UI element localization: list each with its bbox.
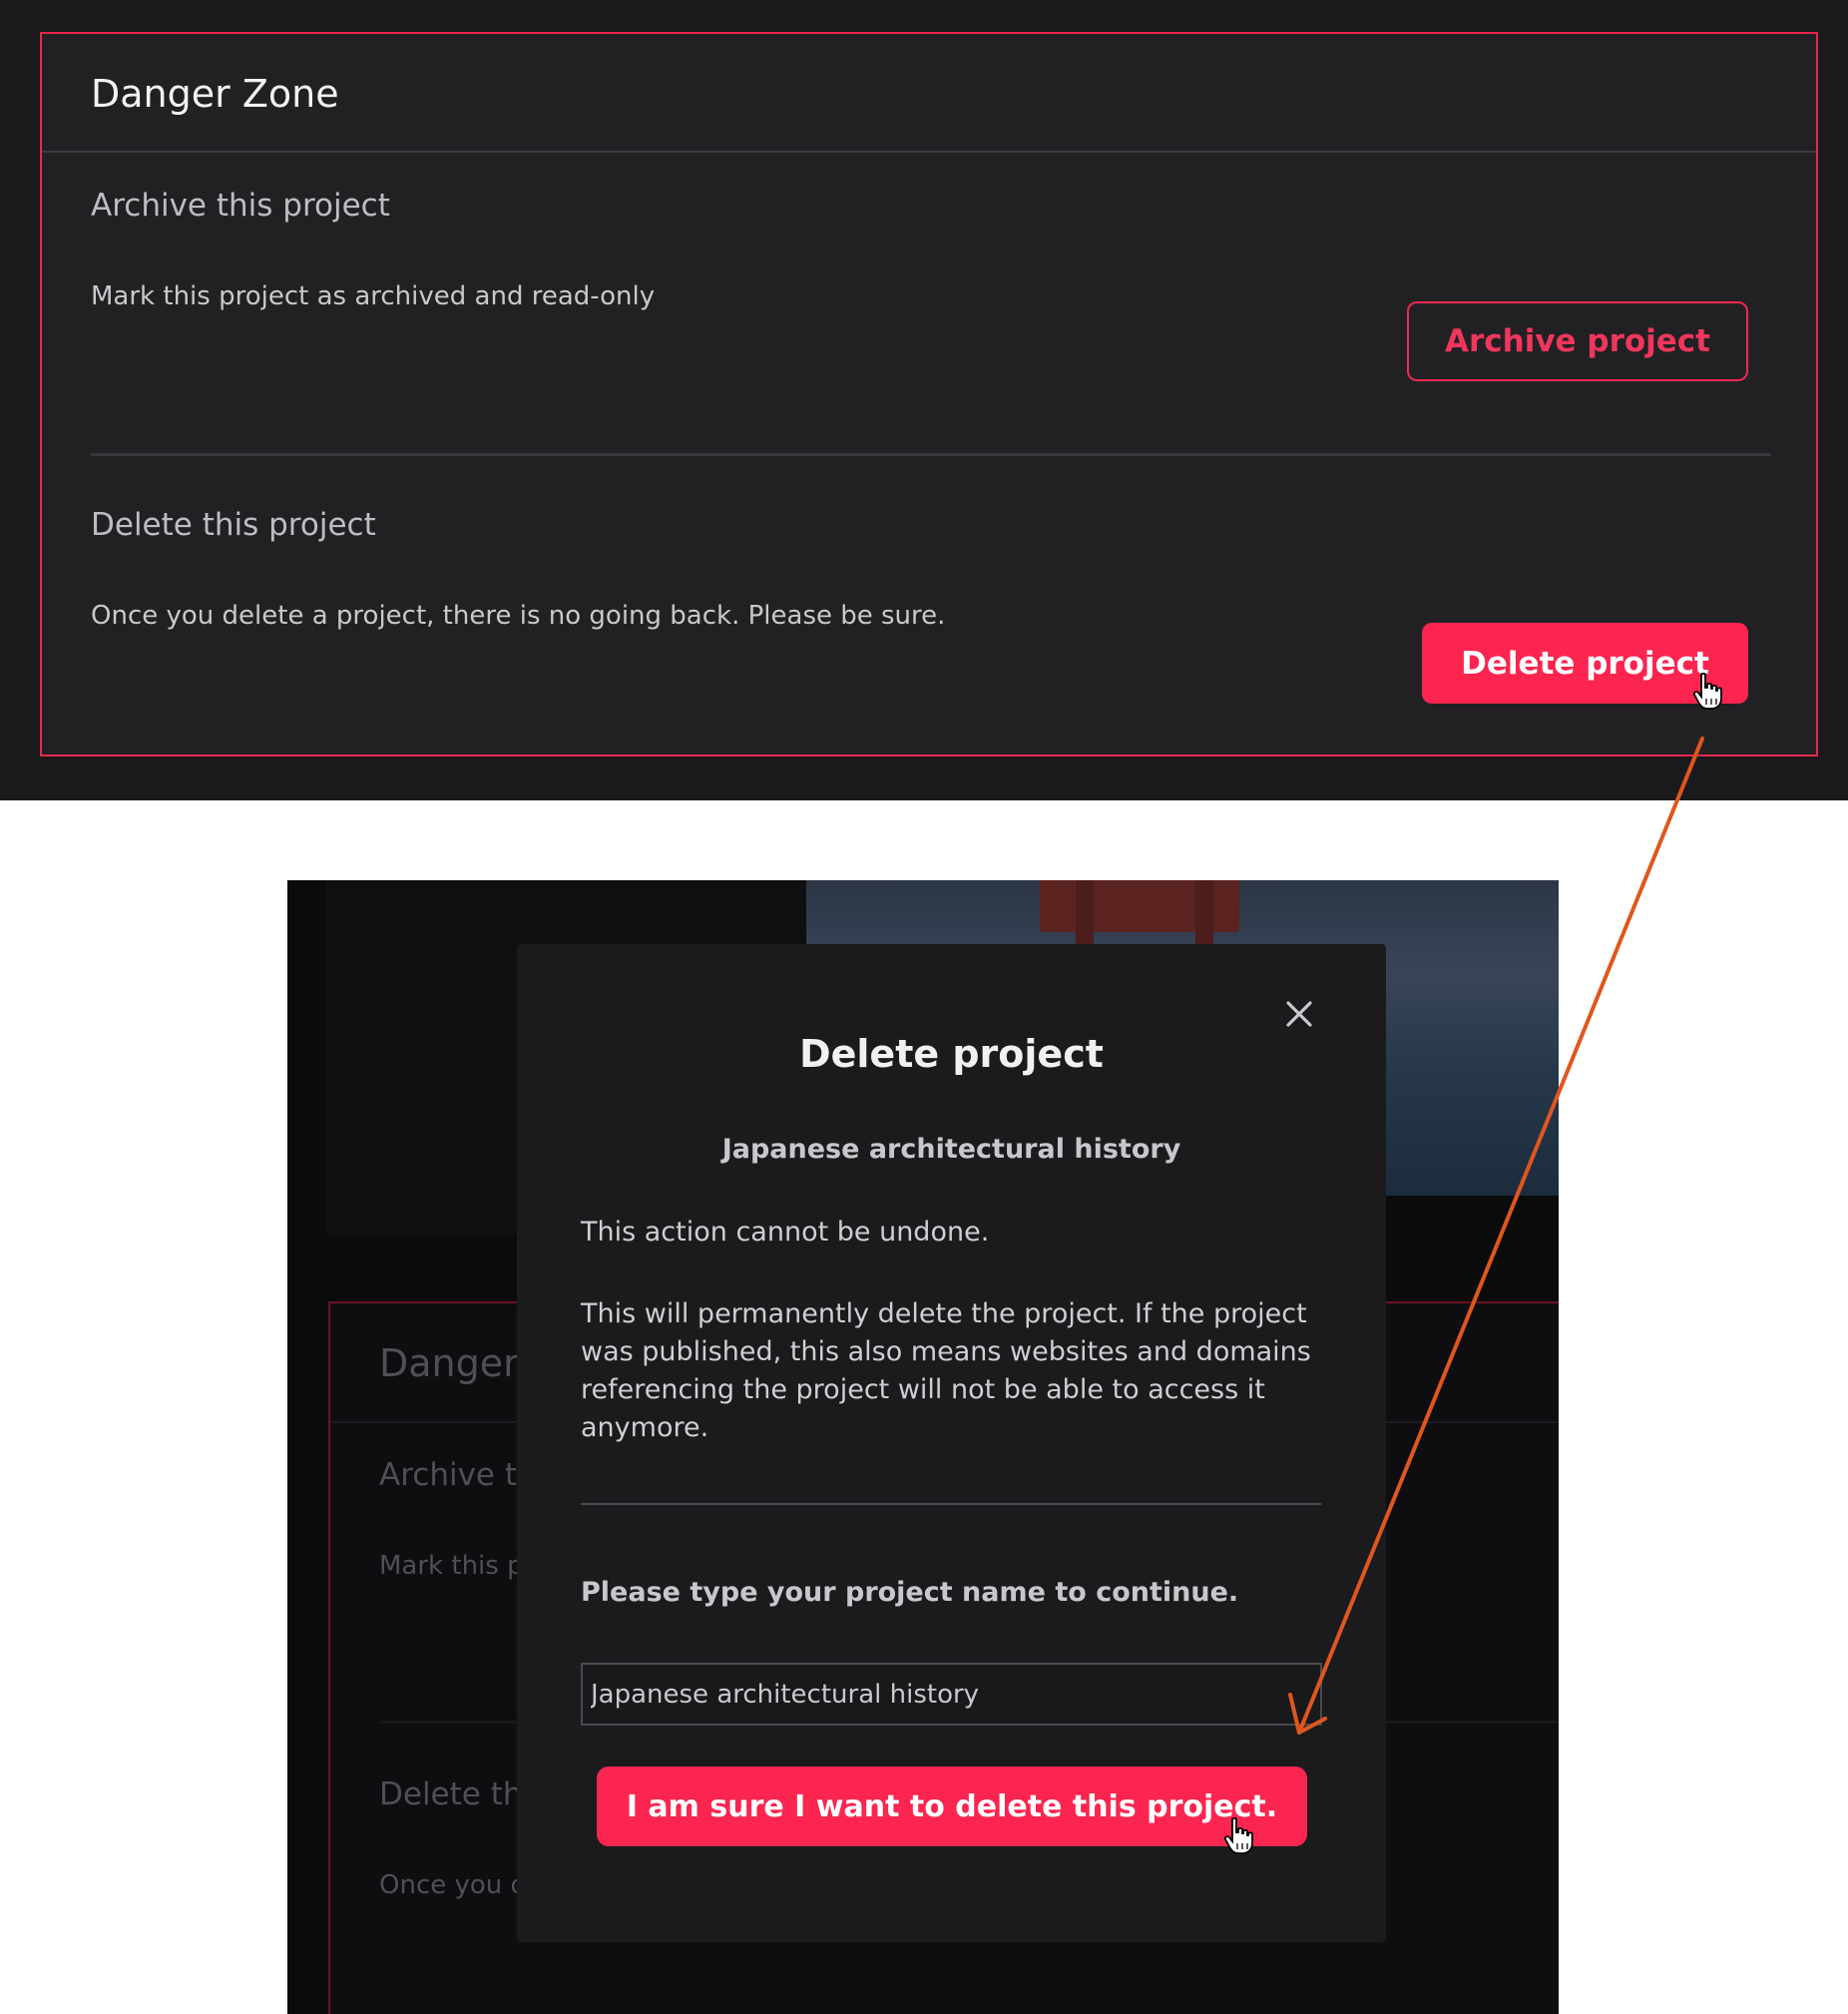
modal-explanation: This will permanently delete the project… xyxy=(581,1298,1311,1443)
delete-section-title: Delete this project xyxy=(91,507,376,543)
danger-zone-screenshot: Danger Zone Archive this project Mark th… xyxy=(0,0,1848,800)
close-icon[interactable] xyxy=(1279,994,1319,1034)
torii-post-right xyxy=(1195,880,1213,950)
confirm-delete-button[interactable]: I am sure I want to delete this project. xyxy=(597,1766,1307,1846)
archive-project-button[interactable]: Archive project xyxy=(1407,301,1748,381)
hand-pointer-cursor-icon xyxy=(1223,1817,1253,1854)
project-name-input[interactable] xyxy=(581,1663,1322,1726)
danger-zone-card: Danger Zone Archive this project Mark th… xyxy=(40,32,1818,756)
background-archive-desc-fragment: Mark this p xyxy=(379,1551,524,1581)
modal-confirm-prompt: Please type your project name to continu… xyxy=(581,1577,1239,1608)
delete-project-modal: Delete project Japanese architectural hi… xyxy=(517,944,1386,1942)
background-delete-desc-fragment: Once you d xyxy=(379,1870,528,1900)
background-archive-title-fragment: Archive th xyxy=(379,1457,537,1493)
danger-zone-title: Danger Zone xyxy=(91,72,339,116)
modal-title: Delete project xyxy=(799,1032,1104,1076)
delete-section-description: Once you delete a project, there is no g… xyxy=(91,601,946,631)
section-divider xyxy=(91,453,1771,456)
modal-warning: This action cannot be undone. xyxy=(581,1217,990,1248)
danger-zone-header: Danger Zone xyxy=(42,34,1816,153)
background-delete-title-fragment: Delete th xyxy=(379,1776,523,1812)
background-title-fragment: Danger xyxy=(379,1341,519,1385)
archive-section-title: Archive this project xyxy=(91,188,390,224)
modal-divider xyxy=(581,1503,1321,1505)
archive-section-description: Mark this project as archived and read-o… xyxy=(91,281,656,311)
hand-pointer-cursor-icon xyxy=(1692,673,1722,710)
modal-project-name: Japanese architectural history xyxy=(721,1134,1181,1165)
delete-modal-screenshot: Danger Archive th Mark this p Delete th … xyxy=(287,880,1559,2014)
torii-post-left xyxy=(1076,880,1094,950)
